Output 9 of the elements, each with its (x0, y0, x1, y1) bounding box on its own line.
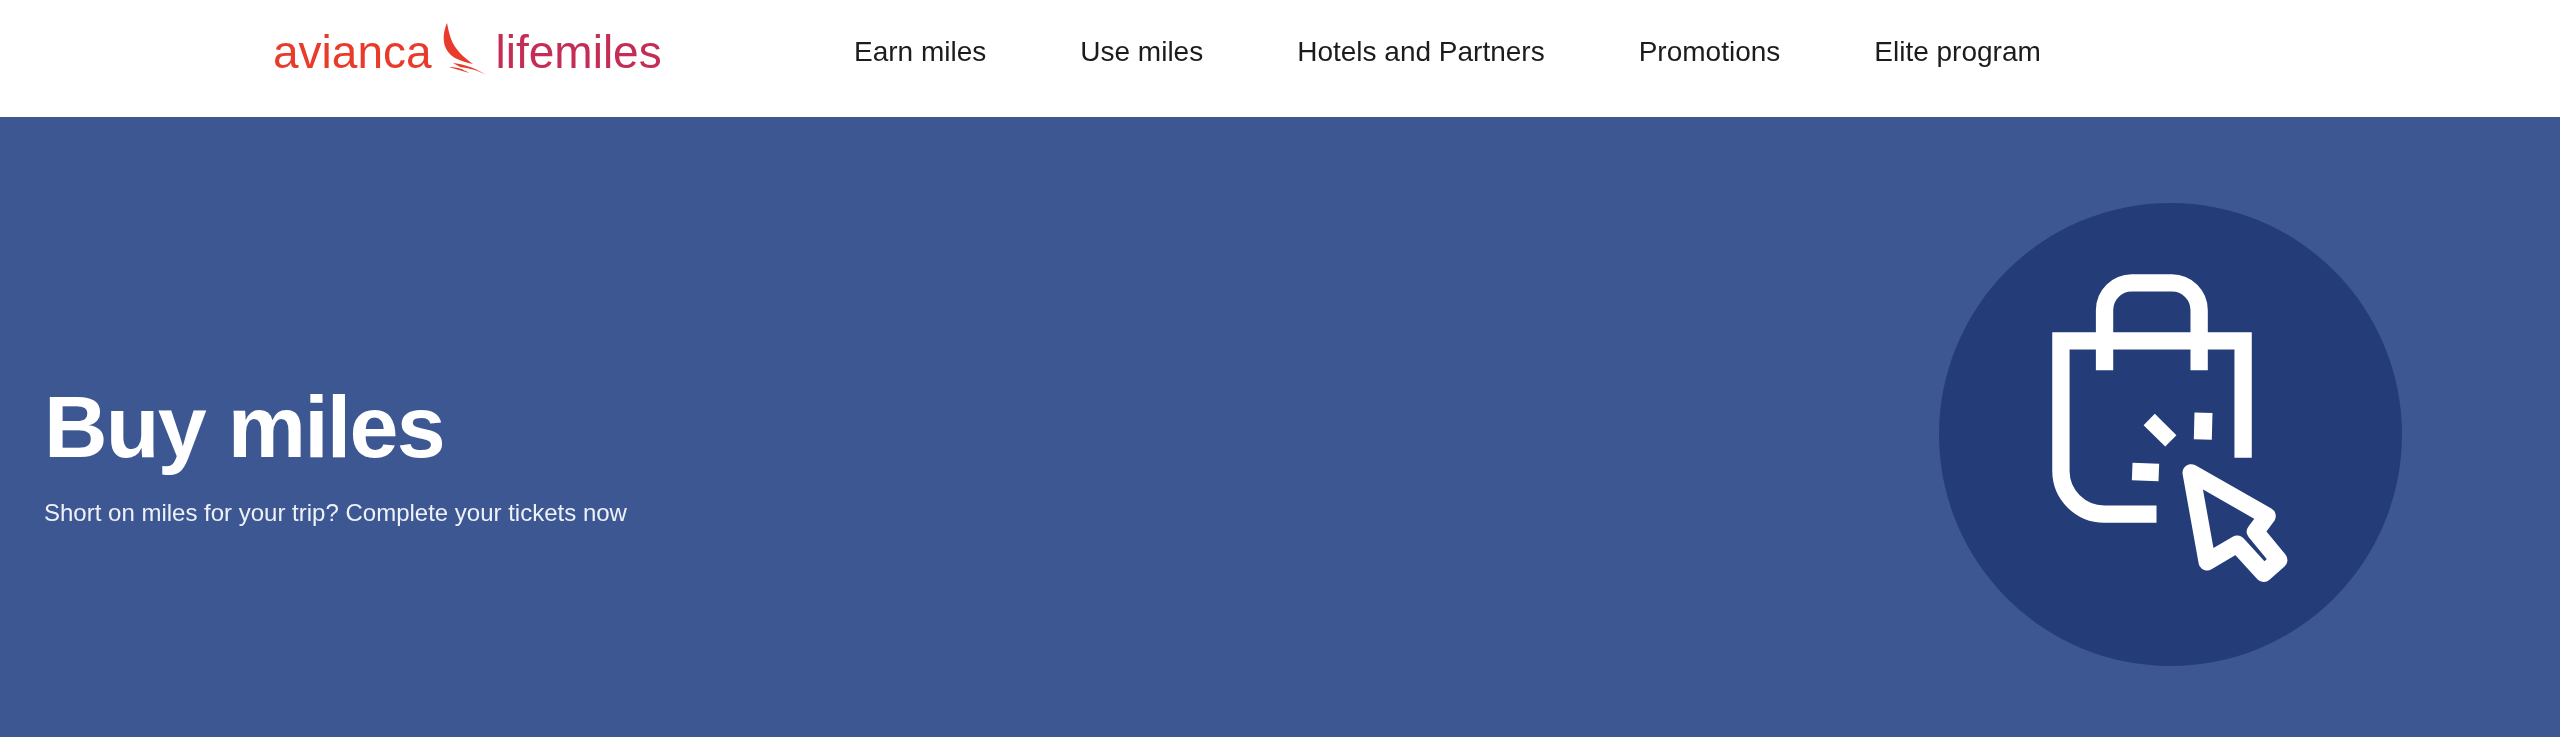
brand-name: avianca (273, 29, 432, 75)
nav-link[interactable]: Promotions (1638, 38, 1781, 66)
nav-link[interactable]: Earn miles (854, 38, 987, 66)
nav-link[interactable]: Use miles (1080, 38, 1204, 66)
program-name: lifemiles (495, 29, 662, 75)
shopping-bag-cursor-icon (1939, 203, 2402, 666)
nav-link[interactable]: Elite program (1874, 38, 2041, 66)
page-subtitle: Short on miles for your trip? Complete your tickets now (44, 501, 627, 525)
nav-link[interactable]: Hotels and Partners (1297, 38, 1545, 66)
